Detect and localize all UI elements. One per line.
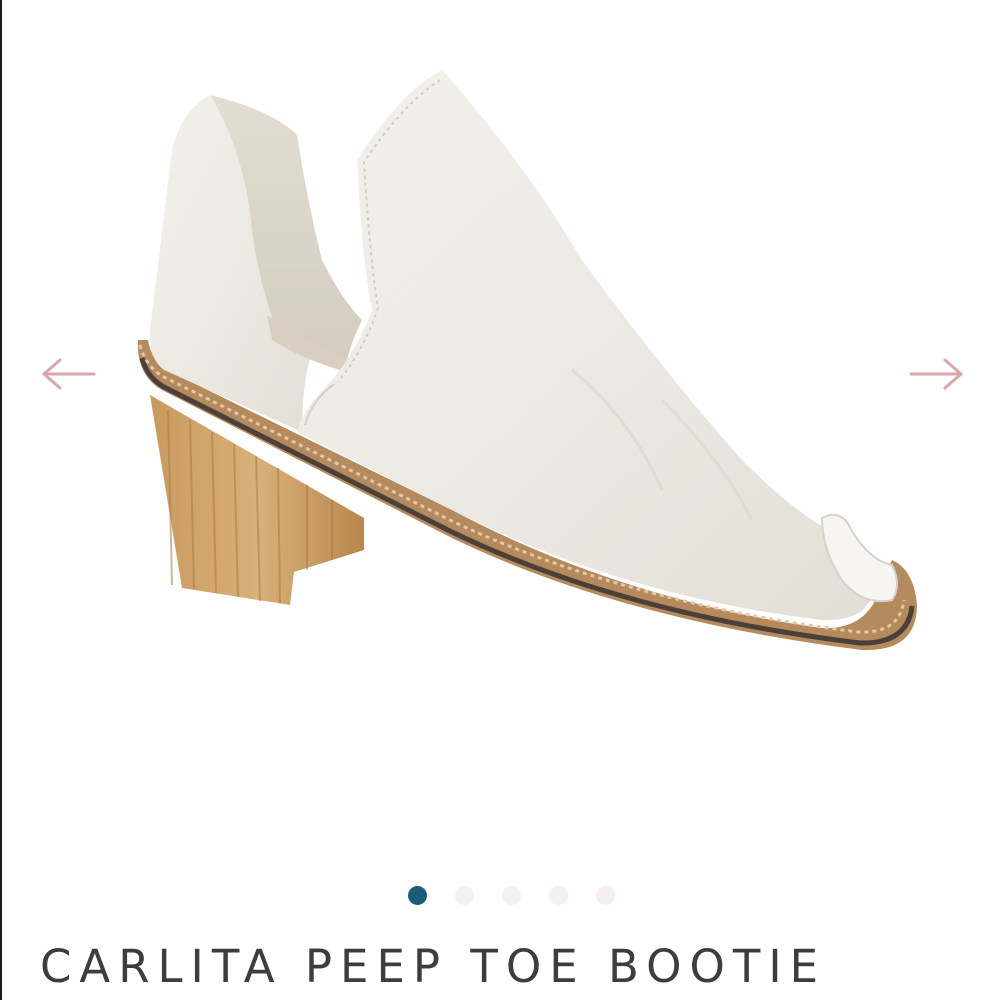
pagination-dot-5[interactable]: [595, 886, 615, 905]
carousel-pagination: [2, 886, 1000, 905]
arrow-left-icon: [42, 358, 96, 390]
product-title: CARLITA PEEP TOE BOOTIE: [40, 940, 827, 993]
pagination-dot-1[interactable]: [407, 886, 427, 905]
pagination-dot-2[interactable]: [454, 886, 474, 905]
arrow-right-icon: [909, 358, 963, 390]
next-image-button[interactable]: [907, 352, 967, 396]
pagination-dot-3[interactable]: [501, 886, 521, 905]
product-image-carousel[interactable]: [2, 0, 1000, 860]
pagination-dot-4[interactable]: [548, 886, 568, 905]
product-page: CARLITA PEEP TOE BOOTIE: [0, 0, 1000, 1000]
previous-image-button[interactable]: [38, 352, 98, 396]
product-image: [137, 70, 917, 651]
